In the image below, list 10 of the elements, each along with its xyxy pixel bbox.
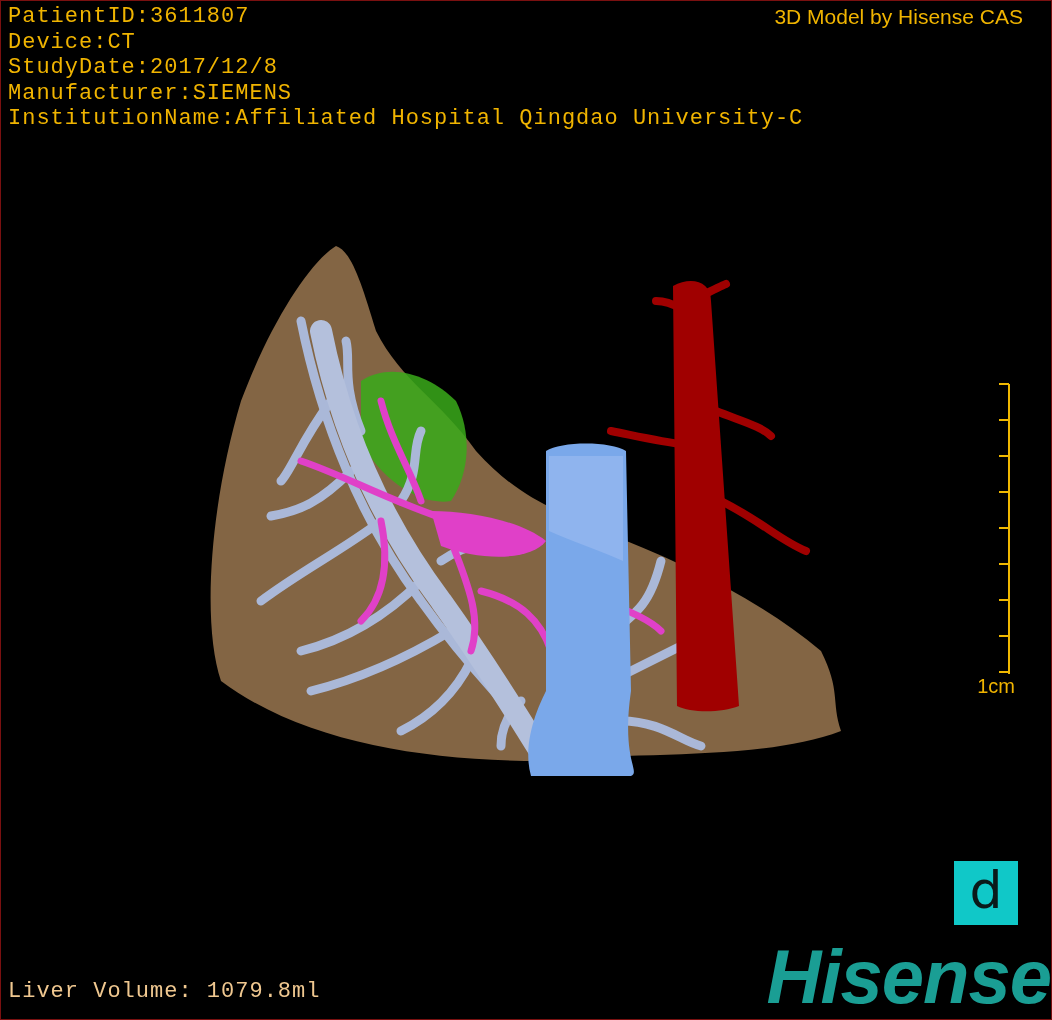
patient-info-text: PatientID:3611807 xyxy=(8,4,250,30)
logo-badge: d xyxy=(954,861,1018,925)
patient-info-text: Device:CT xyxy=(8,29,136,55)
liver-volume-text: Liver Volume: 1079.8ml xyxy=(8,979,321,1005)
brand-logo: Hisense xyxy=(766,937,1051,1017)
model-credit-text: 3D Model by Hisense CAS xyxy=(774,4,1023,29)
patient-info-text: InstitutionName:Affiliated Hospital Qingdao University-C xyxy=(8,106,804,132)
patient-info-text: StudyDate:2017/12/8 xyxy=(8,55,278,81)
scale-label: 1cm xyxy=(977,675,1015,697)
patient-info-text: Manufacturer:SIEMENS xyxy=(8,80,293,106)
